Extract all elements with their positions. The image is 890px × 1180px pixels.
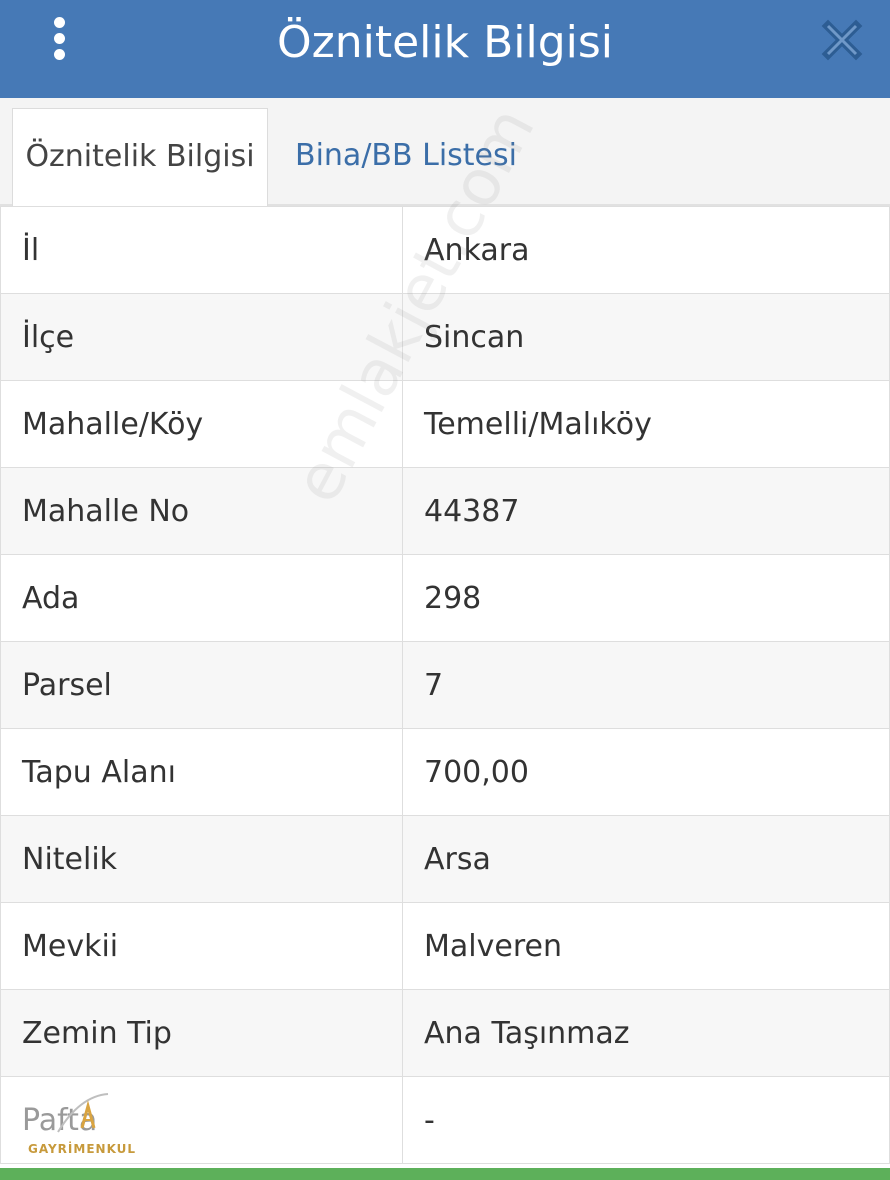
attribute-key: Parsel [0, 641, 403, 729]
attribute-key: İlçe [0, 293, 403, 381]
attribute-value: Sincan [402, 293, 890, 381]
bottom-bar [0, 1168, 890, 1180]
attribute-key: Mahalle/Köy [0, 380, 403, 468]
page-title: Öznitelik Bilgisi [276, 17, 613, 68]
table-row: Mahalle No 44387 [0, 467, 890, 555]
table-row: Ada 298 [0, 554, 890, 642]
close-icon[interactable] [820, 18, 864, 62]
tab-oznitelik-bilgisi[interactable]: Öznitelik Bilgisi [12, 108, 268, 206]
attribute-value: 700,00 [402, 728, 890, 816]
tab-bina-bb-listesi[interactable]: Bina/BB Listesi [295, 108, 517, 206]
attribute-key: Zemin Tip [0, 989, 403, 1077]
attribute-value: 7 [402, 641, 890, 729]
table-row: İl Ankara [0, 206, 890, 294]
attribute-key: Mevkii [0, 902, 403, 990]
table-row: Mahalle/Köy Temelli/Malıköy [0, 380, 890, 468]
table-row: Parsel 7 [0, 641, 890, 729]
attribute-value: 298 [402, 554, 890, 642]
attribute-value: Arsa [402, 815, 890, 903]
attribute-value: Ana Taşınmaz [402, 989, 890, 1077]
table-row: Mevkii Malveren [0, 902, 890, 990]
table-row: Zemin Tip Ana Taşınmaz [0, 989, 890, 1077]
attribute-key: Pafta [0, 1076, 403, 1164]
table-row: İlçe Sincan [0, 293, 890, 381]
attribute-value: - [402, 1076, 890, 1164]
attribute-key: Nitelik [0, 815, 403, 903]
attribute-key: Tapu Alanı [0, 728, 403, 816]
attribute-value: 44387 [402, 467, 890, 555]
attribute-value: Temelli/Malıköy [402, 380, 890, 468]
table-row: Tapu Alanı 700,00 [0, 728, 890, 816]
attribute-value: Ankara [402, 206, 890, 294]
attribute-value: Malveren [402, 902, 890, 990]
table-row: Pafta - [0, 1076, 890, 1164]
table-row: Nitelik Arsa [0, 815, 890, 903]
app-header: Öznitelik Bilgisi [0, 0, 890, 98]
attribute-key: Ada [0, 554, 403, 642]
attribute-table: İl Ankara İlçe Sincan Mahalle/Köy Temell… [0, 206, 890, 1164]
tab-bar: Öznitelik Bilgisi Bina/BB Listesi [0, 98, 890, 206]
attribute-key: İl [0, 206, 403, 294]
attribute-key: Mahalle No [0, 467, 403, 555]
